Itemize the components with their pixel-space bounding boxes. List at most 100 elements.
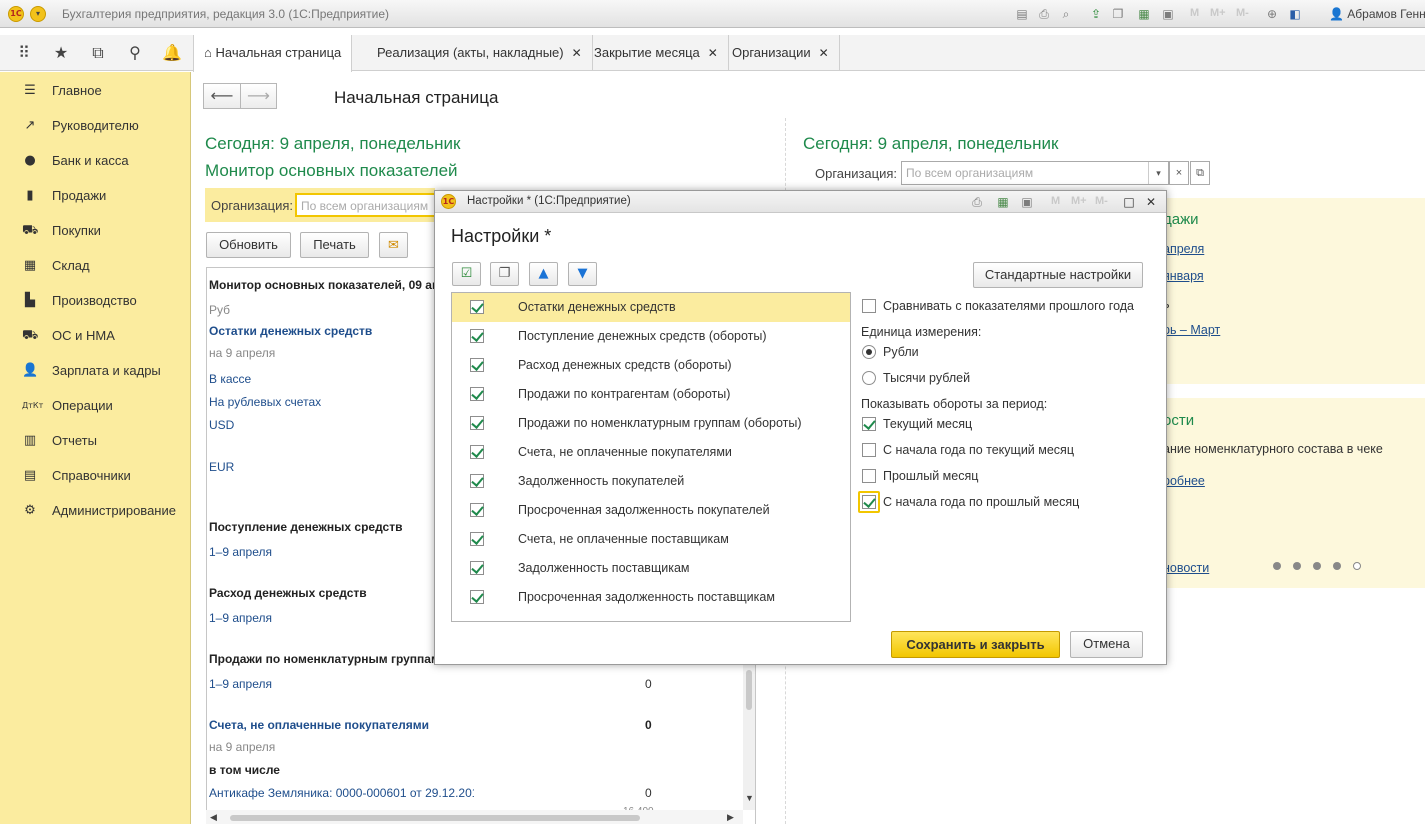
horizontal-scrollbar[interactable] bbox=[206, 810, 743, 824]
period-ytd-last-checkbox[interactable] bbox=[862, 495, 876, 509]
arrow-up-icon[interactable]: ▲ bbox=[529, 262, 558, 286]
item-checkbox[interactable] bbox=[470, 416, 484, 430]
scroll-left-icon[interactable]: ◀ bbox=[210, 812, 217, 823]
period-ytd-current-checkbox[interactable] bbox=[862, 443, 876, 457]
calendar-icon[interactable]: ▣ bbox=[1019, 194, 1035, 210]
panel-icon[interactable]: ◧ bbox=[1287, 6, 1303, 22]
period-current-month-checkbox[interactable] bbox=[862, 417, 876, 431]
dialog-title-bar[interactable]: 1С Настройки * (1С:Предприятие) ⎙ ▦ ▣ M … bbox=[435, 191, 1166, 213]
sidebar-item-salary[interactable]: 👤 Зарплата и кадры bbox=[0, 353, 191, 388]
back-button[interactable]: ⟵ bbox=[203, 83, 241, 109]
standard-settings-button[interactable]: Стандартные настройки bbox=[973, 262, 1143, 288]
item-checkbox[interactable] bbox=[470, 532, 484, 546]
memory-plus-button[interactable]: M+ bbox=[1210, 7, 1226, 19]
settings-list-item[interactable]: Продажи по контрагентам (обороты) bbox=[452, 380, 850, 409]
item-checkbox[interactable] bbox=[470, 561, 484, 575]
report-row[interactable]: Счета, не оплаченные покупателями bbox=[209, 718, 429, 732]
period-last-month-checkbox[interactable] bbox=[862, 469, 876, 483]
unit-thousands-radio[interactable] bbox=[862, 371, 876, 385]
cancel-button[interactable]: Отмена bbox=[1070, 631, 1143, 658]
item-checkbox[interactable] bbox=[470, 503, 484, 517]
main-menu-icon[interactable]: ▾ bbox=[30, 6, 46, 22]
carousel-dot[interactable] bbox=[1333, 562, 1341, 570]
memory-minus-button[interactable]: M- bbox=[1236, 7, 1249, 19]
print-icon[interactable]: ⎙ bbox=[1036, 6, 1052, 22]
memory-plus-button[interactable]: M+ bbox=[1071, 195, 1087, 207]
settings-list-item[interactable]: Просроченная задолженность покупателей bbox=[452, 496, 850, 525]
sales-link-quarter[interactable]: рь – Март bbox=[1163, 323, 1220, 337]
period-ytd-last-label[interactable]: С начала года по прошлый месяц bbox=[883, 495, 1079, 509]
tab-sales-acts[interactable]: Реализация (акты, накладные) ✕ bbox=[367, 35, 593, 71]
sidebar-item-production[interactable]: ▙ Производство bbox=[0, 283, 191, 318]
star-icon[interactable]: ★ bbox=[51, 43, 71, 63]
refresh-button[interactable]: Обновить bbox=[206, 232, 291, 258]
copy-icon[interactable]: ❐ bbox=[1110, 6, 1126, 22]
print-button[interactable]: Печать bbox=[300, 232, 369, 258]
monitor-heading[interactable]: Монитор основных показателей bbox=[205, 161, 458, 181]
item-checkbox[interactable] bbox=[470, 358, 484, 372]
upload-icon[interactable]: ⇪ bbox=[1088, 6, 1104, 22]
scroll-right-icon[interactable]: ▶ bbox=[727, 812, 734, 823]
report-row[interactable]: Остатки денежных средств bbox=[209, 324, 372, 338]
sidebar-item-bank[interactable]: ● Банк и касса bbox=[0, 143, 191, 178]
bell-icon[interactable]: 🔔 bbox=[162, 43, 182, 63]
report-row[interactable]: EUR bbox=[209, 460, 234, 474]
open-icon[interactable]: ⧉ bbox=[1190, 161, 1210, 185]
mail-icon[interactable]: ✉ bbox=[379, 232, 408, 258]
item-checkbox[interactable] bbox=[470, 300, 484, 314]
calculator-icon[interactable]: ▦ bbox=[995, 194, 1011, 210]
org-input[interactable]: По всем организациям bbox=[295, 193, 436, 217]
report-row[interactable]: USD bbox=[209, 418, 234, 432]
history-icon[interactable]: ⧉ bbox=[88, 43, 108, 63]
period-current-month-label[interactable]: Текущий месяц bbox=[883, 417, 972, 431]
item-checkbox[interactable] bbox=[470, 329, 484, 343]
sales-link-april[interactable]: апреля bbox=[1163, 242, 1204, 256]
settings-list-item[interactable]: Продажи по номенклатурным группам (оборо… bbox=[452, 409, 850, 438]
memory-m-button[interactable]: M bbox=[1051, 195, 1060, 207]
h-scroll-thumb[interactable] bbox=[230, 815, 640, 821]
sidebar-item-purchases[interactable]: ⛟ Покупки bbox=[0, 213, 191, 248]
carousel-dot[interactable] bbox=[1273, 562, 1281, 570]
sidebar-item-reports[interactable]: ▥ Отчеты bbox=[0, 423, 191, 458]
scroll-thumb[interactable] bbox=[746, 670, 752, 710]
apps-grid-icon[interactable]: ⠿ bbox=[14, 43, 34, 63]
dropdown-icon[interactable]: ▾ bbox=[1148, 162, 1168, 184]
sidebar-item-operations[interactable]: ДтКт Операции bbox=[0, 388, 191, 423]
carousel-dot-active[interactable] bbox=[1353, 562, 1361, 570]
news-more-link[interactable]: робнее bbox=[1163, 474, 1205, 488]
sidebar-item-warehouse[interactable]: ▦ Склад bbox=[0, 248, 191, 283]
settings-list-item[interactable]: Просроченная задолженность поставщикам bbox=[452, 583, 850, 612]
settings-list-item[interactable]: Задолженность поставщикам bbox=[452, 554, 850, 583]
sidebar-item-manager[interactable]: ↗ Руководителю bbox=[0, 108, 191, 143]
calculator-icon[interactable]: ▦ bbox=[1136, 6, 1152, 22]
settings-list-item[interactable]: Счета, не оплаченные поставщикам bbox=[452, 525, 850, 554]
forward-button[interactable]: ⟶ bbox=[240, 83, 277, 109]
close-icon[interactable]: ✕ bbox=[819, 46, 829, 60]
close-icon[interactable]: ✕ bbox=[1143, 194, 1159, 210]
unit-rubles-radio[interactable] bbox=[862, 345, 876, 359]
carousel-dot[interactable] bbox=[1313, 562, 1321, 570]
all-news-link[interactable]: новости bbox=[1163, 561, 1209, 575]
sidebar-item-sales[interactable]: ▮ Продажи bbox=[0, 178, 191, 213]
settings-list-item[interactable]: Поступление денежных средств (обороты) bbox=[452, 322, 850, 351]
report-row[interactable]: 1–9 апреля bbox=[209, 545, 272, 559]
zoom-icon[interactable]: ⊕ bbox=[1264, 6, 1280, 22]
settings-list-item[interactable]: Счета, не оплаченные покупателями bbox=[452, 438, 850, 467]
close-icon[interactable]: ✕ bbox=[572, 46, 582, 60]
tab-organizations[interactable]: Организации ✕ bbox=[722, 35, 840, 71]
unit-rubles-label[interactable]: Рубли bbox=[883, 345, 919, 359]
clear-icon[interactable]: × bbox=[1169, 161, 1189, 185]
carousel-dot[interactable] bbox=[1293, 562, 1301, 570]
memory-m-button[interactable]: M bbox=[1190, 7, 1199, 19]
item-checkbox[interactable] bbox=[470, 590, 484, 604]
sales-link-january[interactable]: января bbox=[1163, 269, 1204, 283]
check-all-icon[interactable]: ☑ bbox=[452, 262, 481, 286]
sidebar-item-assets[interactable]: ⛟ ОС и НМА bbox=[0, 318, 191, 353]
unit-thousands-label[interactable]: Тысячи рублей bbox=[883, 371, 970, 385]
settings-list-item[interactable]: Расход денежных средств (обороты) bbox=[452, 351, 850, 380]
right-org-input[interactable]: По всем организациям bbox=[901, 161, 1169, 185]
report-row[interactable]: В кассе bbox=[209, 372, 251, 386]
memory-minus-button[interactable]: M- bbox=[1095, 195, 1108, 207]
report-row[interactable]: На рублевых счетах bbox=[209, 395, 321, 409]
arrow-down-icon[interactable]: ▼ bbox=[568, 262, 597, 286]
